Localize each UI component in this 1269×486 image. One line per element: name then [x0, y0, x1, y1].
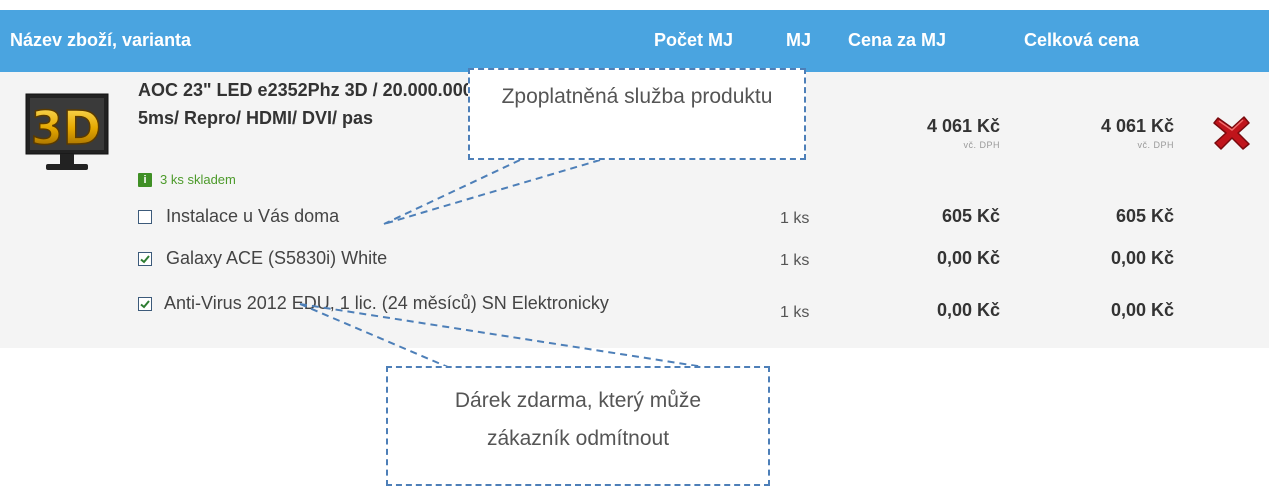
service-option-installation: Instalace u Vás doma	[138, 206, 339, 227]
service-label: Galaxy ACE (S5830i) White	[166, 248, 388, 268]
service-unit-price: 605 Kč	[941, 206, 1000, 226]
service-option-gift-antivirus: Anti-Virus 2012 EDU, 1 lic. (24 měsíců) …	[138, 288, 698, 318]
column-unit-price: Cena za MJ	[848, 30, 947, 50]
remove-item-button[interactable]	[1212, 114, 1252, 152]
checkmark-icon	[140, 300, 150, 309]
product-total-price-vat-note: vč. DPH	[1137, 140, 1174, 150]
service-qty: 1 ks	[780, 210, 810, 227]
service-total-price: 0,00 Kč	[1110, 300, 1174, 320]
service-label: Anti-Virus 2012 EDU, 1 lic. (24 měsíců) …	[164, 293, 609, 313]
callout-paid-service: Zpoplatněná služba produktu	[468, 68, 806, 160]
service-qty: 1 ks	[780, 252, 810, 269]
stock-status: i 3 ks skladem	[138, 172, 236, 187]
product-unit-price: 4 061 Kč	[926, 116, 1000, 136]
service-unit-price: 0,00 Kč	[936, 300, 1000, 320]
product-unit-price-vat-note: vč. DPH	[963, 140, 1000, 150]
service-option-gift-phone: Galaxy ACE (S5830i) White	[138, 248, 387, 269]
callout-free-gift: Dárek zdarma, který může zákazník odmítn…	[386, 366, 770, 486]
service-unit-price: 0,00 Kč	[936, 248, 1000, 268]
close-icon	[1213, 116, 1250, 150]
service-total-price: 0,00 Kč	[1110, 248, 1174, 268]
svg-text:3D: 3D	[31, 101, 101, 155]
service-total-price: 605 Kč	[1115, 206, 1174, 226]
stock-text: 3 ks skladem	[160, 172, 236, 187]
service-checkbox[interactable]	[138, 251, 152, 266]
product-thumbnail[interactable]: 3D	[20, 88, 112, 178]
service-qty: 1 ks	[780, 304, 810, 321]
checkmark-icon	[140, 254, 150, 263]
info-icon: i	[138, 172, 152, 187]
column-count: Počet MJ	[654, 30, 734, 50]
service-checkbox[interactable]	[138, 209, 152, 224]
column-name: Název zboží, varianta	[10, 30, 192, 50]
cart-table-header: Název zboží, varianta Počet MJ MJ Cena z…	[0, 10, 1269, 72]
column-unit: MJ	[786, 30, 812, 50]
service-checkbox[interactable]	[138, 297, 152, 311]
service-label: Instalace u Vás doma	[166, 206, 340, 226]
product-total-price: 4 061 Kč	[1100, 116, 1174, 136]
product-name[interactable]: AOC 23" LED e2352Phz 3D / 20.000.000:1/ …	[138, 76, 498, 132]
column-total: Celková cena	[1024, 30, 1140, 50]
